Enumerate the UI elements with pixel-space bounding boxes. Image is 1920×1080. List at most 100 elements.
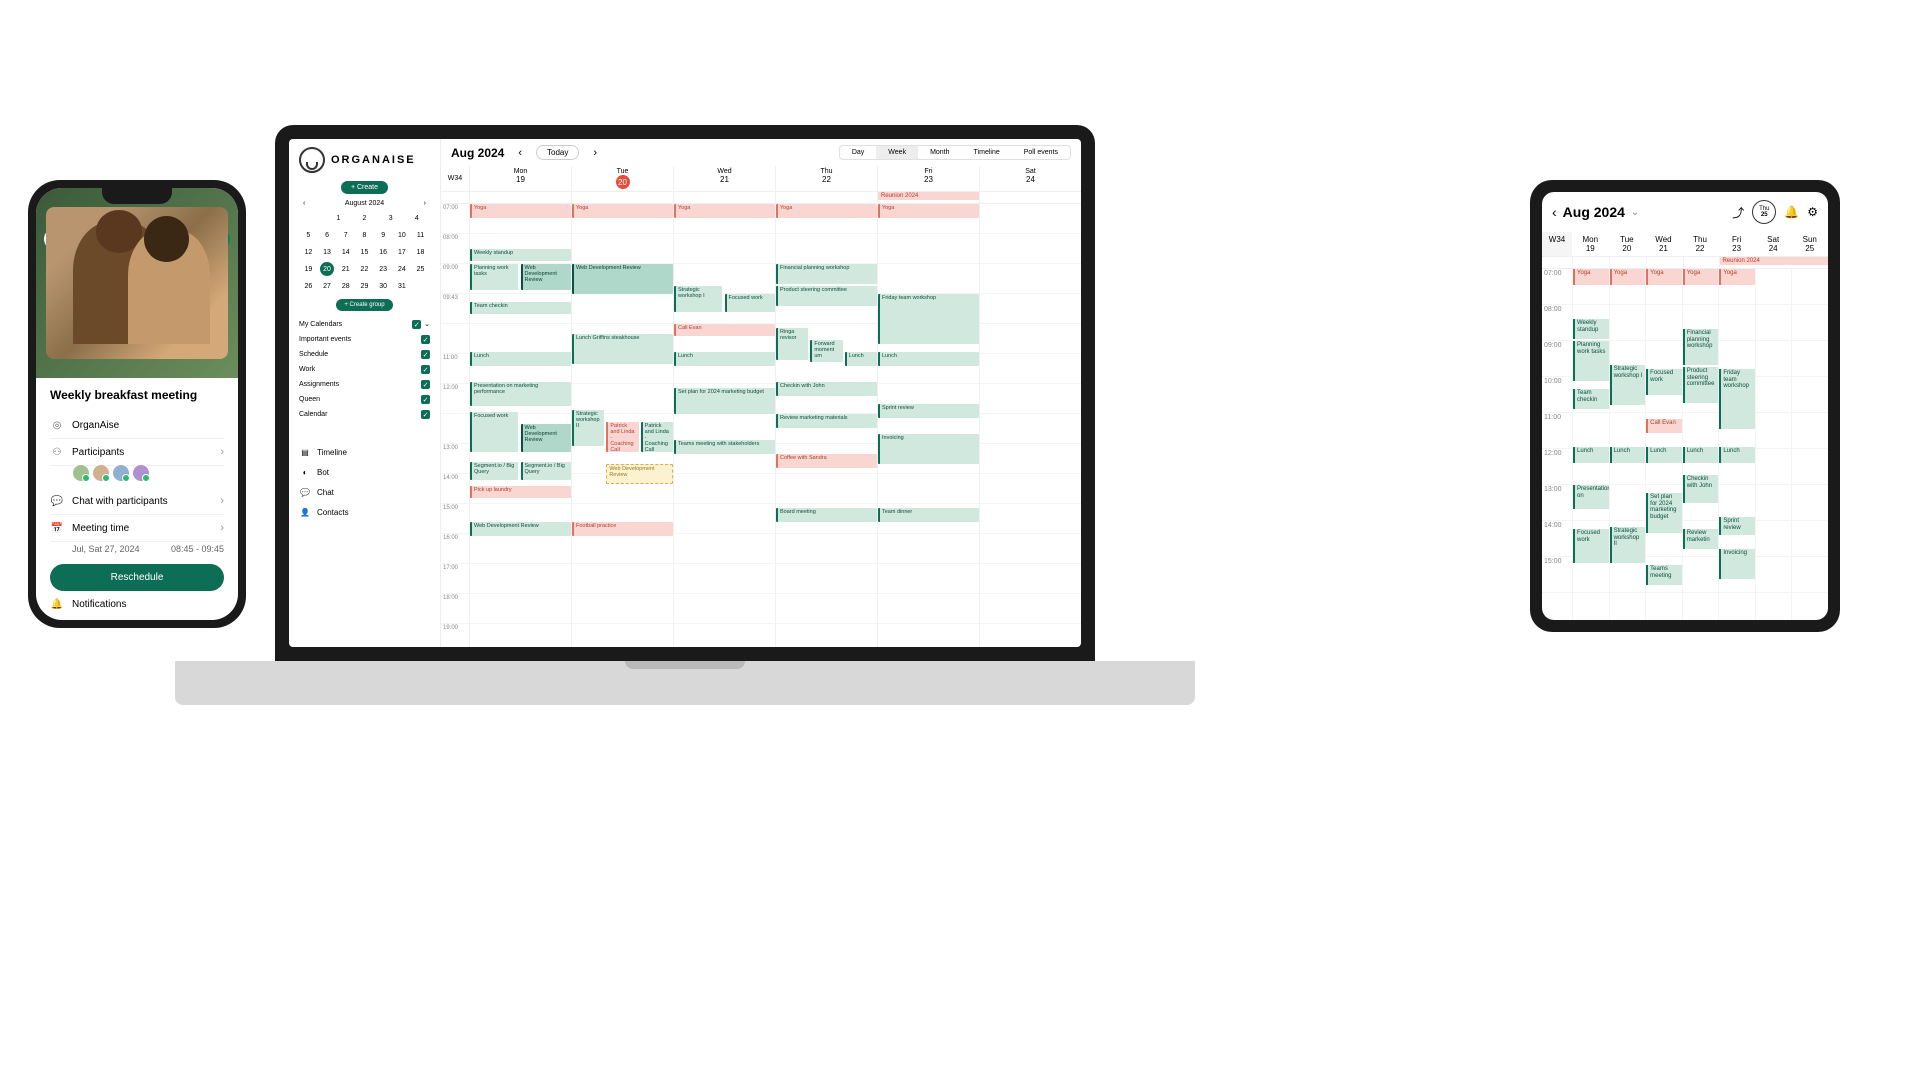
mini-cal-day[interactable]: 18: [414, 245, 428, 259]
mini-cal-day[interactable]: 30: [376, 279, 390, 293]
day-column-fri[interactable]: YogaFriday team workshopLunchSprint revi…: [877, 204, 979, 647]
calendar-event[interactable]: Set plan for 2024 marketing budget: [1646, 493, 1682, 533]
calendar-event[interactable]: Yoga: [776, 204, 877, 218]
calendar-event[interactable]: Board meeting: [776, 508, 877, 522]
side-nav-contacts[interactable]: 👤Contacts: [299, 502, 430, 522]
prev-week-icon[interactable]: ‹: [514, 147, 526, 159]
checkbox-icon[interactable]: ✓: [421, 335, 430, 344]
calendar-event[interactable]: Lunch: [1683, 447, 1719, 463]
day-header-cell[interactable]: Mon19: [469, 166, 571, 191]
day-header-cell[interactable]: Wed21: [673, 166, 775, 191]
calendar-event[interactable]: Focused work: [1573, 529, 1609, 563]
calendar-event[interactable]: Presentation on: [1573, 485, 1609, 509]
mini-cal-day[interactable]: 16: [376, 245, 390, 259]
mini-cal-day[interactable]: 9: [376, 228, 390, 242]
calendar-event[interactable]: Web Development Review: [521, 264, 572, 290]
calendar-event[interactable]: Friday team workshop: [878, 294, 979, 344]
tab-poll-events[interactable]: Poll events: [1012, 146, 1070, 159]
mini-cal-day[interactable]: 10: [395, 228, 409, 242]
calendar-event[interactable]: Pick up laundry: [470, 486, 571, 498]
calendar-event[interactable]: Lunch: [470, 352, 571, 366]
mini-cal-day[interactable]: 14: [339, 245, 353, 259]
mini-cal-day[interactable]: 13: [320, 245, 334, 259]
day-header-cell[interactable]: Wed21: [1645, 232, 1682, 256]
create-button[interactable]: + Create: [341, 181, 388, 194]
logo[interactable]: ORGANAISE: [299, 147, 430, 173]
mini-cal-day[interactable]: 4: [410, 211, 424, 225]
side-nav-chat[interactable]: 💬Chat: [299, 482, 430, 502]
calendar-event[interactable]: Planning work tasks: [1573, 341, 1609, 381]
back-icon[interactable]: ‹: [1552, 204, 1557, 220]
calendar-event[interactable]: Lunch: [1646, 447, 1682, 463]
calendar-event[interactable]: Yoga: [1646, 269, 1682, 285]
calendar-event[interactable]: Yoga: [1719, 269, 1755, 285]
mini-cal-day[interactable]: 17: [395, 245, 409, 259]
side-nav-timeline[interactable]: ▤Timeline: [299, 442, 430, 462]
checkbox-icon[interactable]: ✓: [421, 380, 430, 389]
mini-cal-day[interactable]: 26: [301, 279, 315, 293]
calendar-event[interactable]: Forward moment um: [810, 340, 842, 362]
calendar-event[interactable]: Focused work: [725, 294, 776, 312]
calendar-event[interactable]: Web Development Review: [470, 522, 571, 536]
mini-cal-day[interactable]: 2: [357, 211, 371, 225]
calendar-event[interactable]: Presentation on marketing performance: [470, 382, 571, 406]
calendar-event[interactable]: Team dinner: [878, 508, 979, 522]
calendar-event[interactable]: Web Development Review: [606, 464, 673, 484]
tab-day[interactable]: Day: [840, 146, 876, 159]
mini-cal-day[interactable]: 23: [376, 262, 390, 276]
calendar-event[interactable]: Review marketing materials: [776, 414, 877, 428]
day-column[interactable]: [1755, 269, 1792, 620]
calendar-event[interactable]: Planning work tasks: [470, 264, 518, 290]
calendar-event[interactable]: Web Development Review: [521, 424, 572, 452]
chevron-down-icon[interactable]: ⌄: [1631, 207, 1639, 218]
allday-event[interactable]: Reunion 2024: [1720, 257, 1828, 265]
day-header-cell[interactable]: Sat24: [979, 166, 1081, 191]
calendar-event[interactable]: Patrick and Linda - Coaching Call: [606, 422, 638, 452]
calendar-item[interactable]: Important events✓: [299, 332, 430, 347]
calendar-event[interactable]: Yoga: [674, 204, 775, 218]
calendar-event[interactable]: Review marketin: [1683, 529, 1719, 549]
mini-cal-day[interactable]: 31: [395, 279, 409, 293]
calendar-event[interactable]: Football practice: [572, 522, 673, 536]
calendar-body[interactable]: 07:0008:0009:0009:4311:0012:0013:0014:00…: [441, 204, 1081, 647]
mini-cal-day[interactable]: 12: [301, 245, 315, 259]
mini-cal-day[interactable]: 22: [357, 262, 371, 276]
calendar-event[interactable]: Financial planning workshop: [776, 264, 877, 284]
tab-month[interactable]: Month: [918, 146, 961, 159]
day-column-sat[interactable]: [979, 204, 1081, 647]
mini-cal-day[interactable]: 21: [339, 262, 353, 276]
calendar-event[interactable]: Strategic workshop II: [572, 410, 604, 446]
mini-cal-day[interactable]: 24: [395, 262, 409, 276]
day-column-wed[interactable]: YogaStrategic workshop IFocused workCall…: [673, 204, 775, 647]
mini-cal-day[interactable]: 1: [331, 211, 345, 225]
calendar-event[interactable]: Lunch: [1573, 447, 1609, 463]
calendar-event[interactable]: Yoga: [1683, 269, 1719, 285]
today-button[interactable]: Today: [536, 145, 579, 160]
calendar-event[interactable]: Checkin with John: [776, 382, 877, 396]
avatar[interactable]: [72, 464, 90, 482]
prev-month-icon[interactable]: ‹: [299, 200, 309, 207]
calendar-event[interactable]: Sprint review: [1719, 517, 1755, 535]
calendar-event[interactable]: Call Evan: [674, 324, 775, 336]
reschedule-button[interactable]: Reschedule: [50, 564, 224, 591]
calendar-event[interactable]: Ringa revisor: [776, 328, 808, 360]
calendar-event[interactable]: Strategic workshop I: [1610, 365, 1646, 405]
calendar-event[interactable]: Yoga: [470, 204, 571, 218]
my-calendars-header[interactable]: My Calendars ✓⌄: [299, 317, 430, 332]
mini-cal-day[interactable]: [305, 211, 319, 225]
calendar-event[interactable]: Yoga: [1573, 269, 1609, 285]
notifications-row[interactable]: 🔔 Notifications: [50, 591, 224, 617]
avatar[interactable]: [112, 464, 130, 482]
calendar-event[interactable]: Lunch: [1610, 447, 1646, 463]
day-column[interactable]: [1791, 269, 1828, 620]
day-column[interactable]: YogaStrategic workshop ILunchStrategic w…: [1609, 269, 1646, 620]
day-column[interactable]: YogaFocused workCall EvanLunchSet plan f…: [1645, 269, 1682, 620]
calendar-event[interactable]: Patrick and Linda - Coaching Call: [641, 422, 673, 452]
calendar-event[interactable]: Yoga: [878, 204, 979, 218]
calendar-event[interactable]: Teams meeting: [1646, 565, 1682, 585]
mini-cal-day[interactable]: 15: [357, 245, 371, 259]
calendar-event[interactable]: Product steering committee: [776, 286, 877, 306]
calendar-event[interactable]: Lunch: [878, 352, 979, 366]
chat-row[interactable]: 💬 Chat with participants ›: [50, 488, 224, 515]
day-column[interactable]: YogaFriday team workshopLunchSprint revi…: [1718, 269, 1755, 620]
